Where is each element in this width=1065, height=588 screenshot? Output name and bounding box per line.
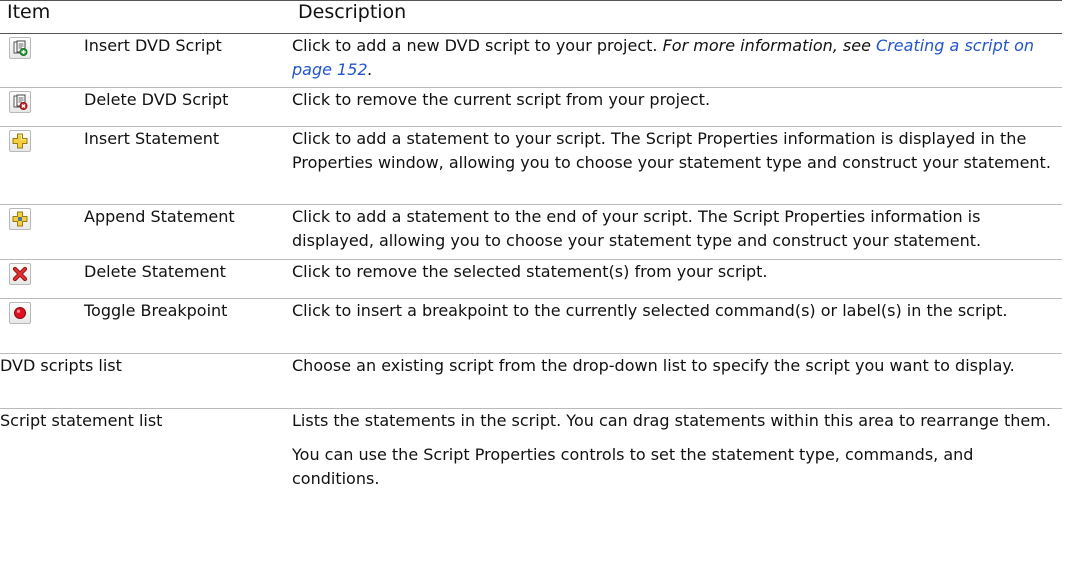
reference-table: Item Description Insert DVD Script Click… (0, 0, 1062, 526)
table-row: Toggle Breakpoint Click to insert a brea… (0, 298, 1062, 354)
table-row: Delete DVD Script Click to remove the cu… (0, 87, 1062, 127)
delete-statement-icon (9, 263, 31, 285)
item-name: Append Statement (84, 207, 235, 226)
item-name: DVD scripts list (0, 353, 292, 409)
append-statement-icon (9, 208, 31, 230)
table-row: Insert DVD Script Click to add a new DVD… (0, 33, 1062, 88)
item-description: Click to remove the current script from … (292, 87, 1062, 127)
table-header: Item Description (0, 0, 1062, 34)
item-description: Click to remove the selected statement(s… (292, 259, 1062, 299)
item-name: Insert DVD Script (84, 36, 222, 55)
item-description: Click to insert a breakpoint to the curr… (292, 298, 1062, 354)
item-name: Insert Statement (84, 129, 220, 148)
toggle-breakpoint-icon (9, 302, 31, 324)
insert-dvd-script-icon (9, 37, 31, 59)
item-description: Lists the statements in the script. You … (292, 411, 1051, 488)
item-name: Delete Statement (84, 262, 226, 281)
insert-statement-icon (9, 130, 31, 152)
table-row: Insert Statement Click to add a statemen… (0, 126, 1062, 205)
table-row: DVD scripts list Choose an existing scri… (0, 353, 1062, 409)
delete-dvd-script-icon (9, 91, 31, 113)
header-description: Description (292, 0, 1062, 34)
table-row: Script statement list Lists the statemen… (0, 409, 1062, 526)
item-name: Script statement list (0, 411, 163, 430)
item-description: Click to add a new DVD script to your pr… (292, 33, 1062, 88)
table-row: Append Statement Click to add a statemen… (0, 204, 1062, 260)
item-name: Toggle Breakpoint (84, 301, 228, 320)
item-description: Click to add a statement to the end of y… (292, 204, 1062, 260)
header-item: Item (0, 0, 292, 34)
item-name: Delete DVD Script (84, 90, 229, 109)
table-row: Delete Statement Click to remove the sel… (0, 259, 1062, 299)
item-description: Choose an existing script from the drop-… (292, 353, 1062, 409)
item-description: Click to add a statement to your script.… (292, 126, 1062, 205)
